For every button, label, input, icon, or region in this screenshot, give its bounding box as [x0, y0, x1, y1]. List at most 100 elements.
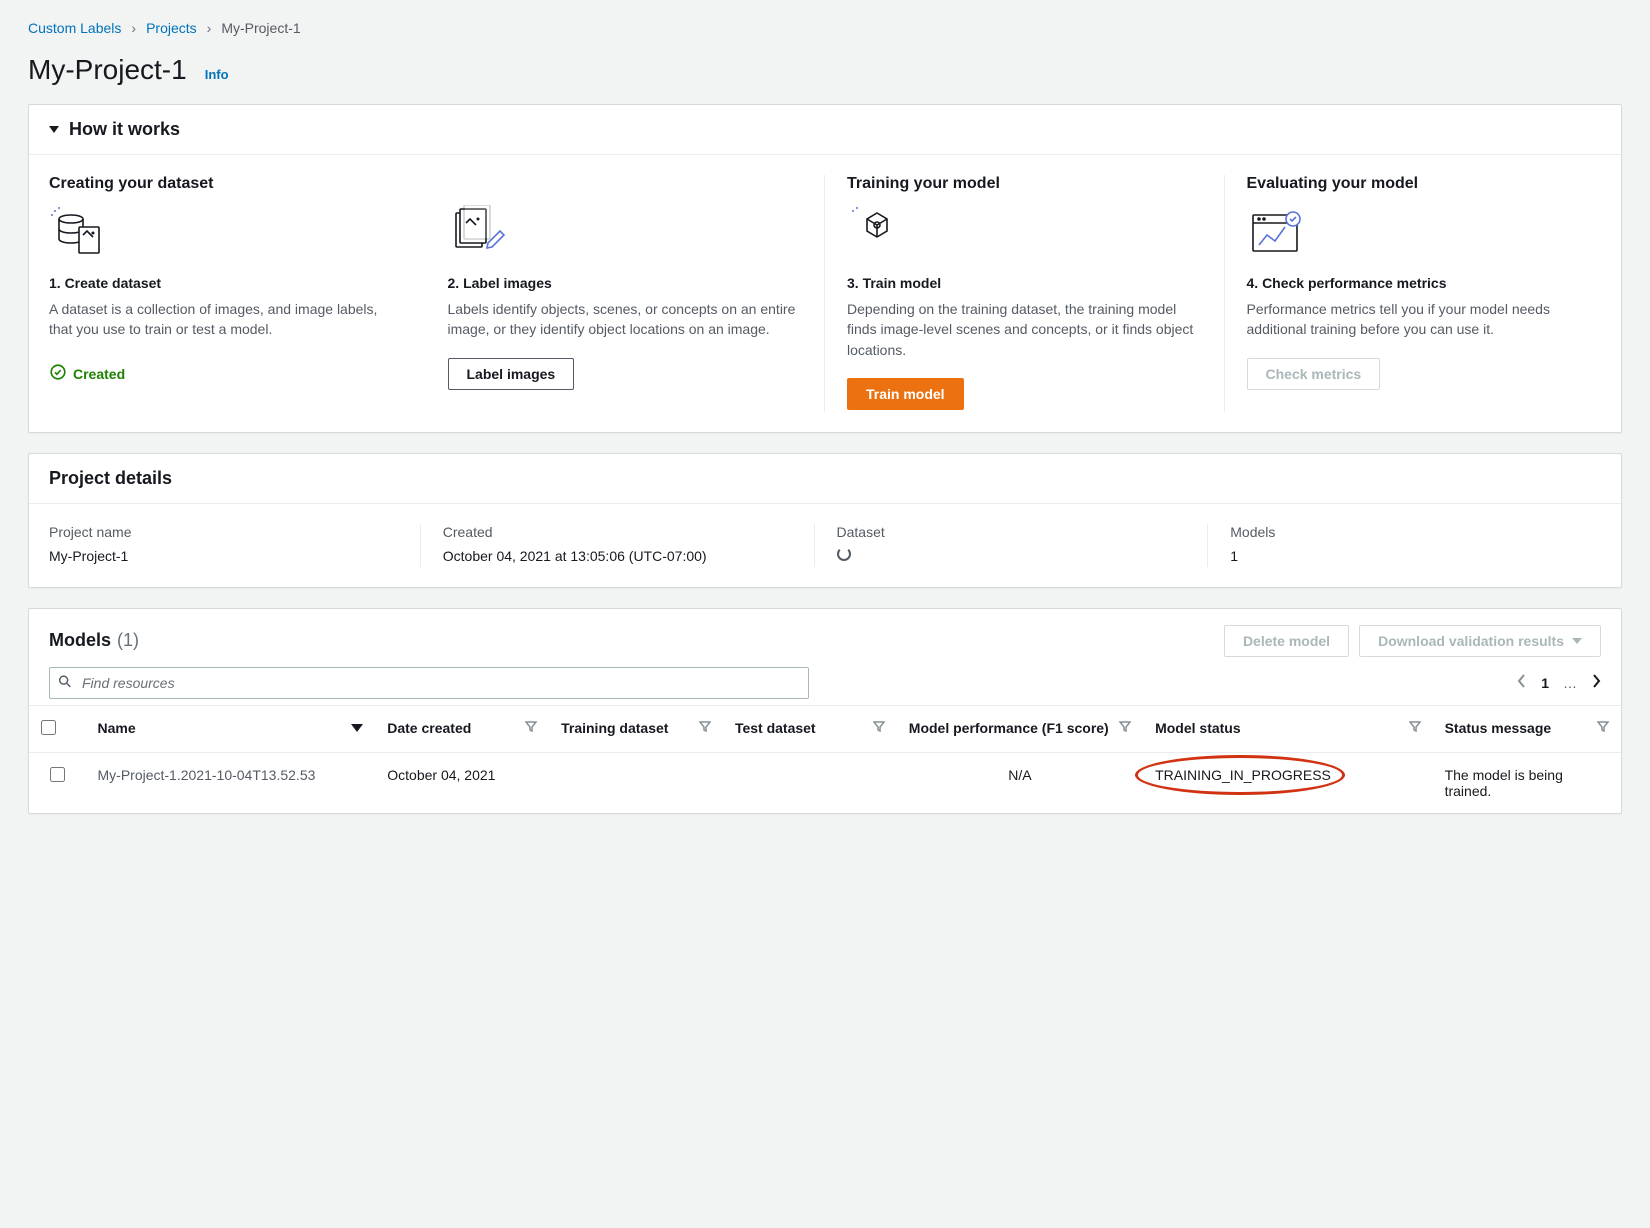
check-metrics-button[interactable]: Check metrics	[1247, 358, 1381, 390]
step-desc: Labels identify objects, scenes, or conc…	[448, 299, 803, 340]
cell-name: My-Project-1.2021-10-04T13.52.53	[86, 752, 376, 813]
search-icon	[57, 673, 73, 692]
sort-desc-icon	[351, 724, 363, 732]
col-name-label: Name	[98, 720, 136, 736]
detail-label: Models	[1230, 524, 1579, 540]
col-date-label: Date created	[387, 720, 471, 736]
cell-date: October 04, 2021	[375, 752, 549, 813]
search-input[interactable]	[49, 667, 809, 699]
col-training-label: Training dataset	[561, 720, 668, 736]
created-status: Created	[49, 363, 125, 384]
select-all-checkbox[interactable]	[41, 720, 56, 735]
download-validation-label: Download validation results	[1378, 633, 1564, 649]
col-name-header[interactable]: Name	[86, 705, 376, 752]
detail-label: Project name	[49, 524, 398, 540]
cell-test	[723, 752, 897, 813]
how-it-works-panel: How it works Creating your dataset	[28, 104, 1622, 433]
pagination: 1 …	[1517, 673, 1601, 692]
col-performance-label: Model performance (F1 score)	[909, 720, 1109, 736]
metrics-icon	[1247, 205, 1602, 261]
step-title: 3. Train model	[847, 275, 1202, 291]
check-circle-icon	[49, 363, 67, 384]
models-title: Models	[49, 630, 111, 651]
detail-value: October 04, 2021 at 13:05:06 (UTC-07:00)	[443, 546, 792, 567]
step-desc: Depending on the training dataset, the t…	[847, 299, 1202, 360]
cell-message: The model is being trained.	[1433, 752, 1621, 813]
cell-training	[549, 752, 723, 813]
filter-icon	[1597, 720, 1609, 732]
hiw-create-dataset-col: Creating your dataset 1. Create dat	[49, 175, 426, 412]
breadcrumb-current: My-Project-1	[221, 20, 300, 36]
table-row: My-Project-1.2021-10-04T13.52.53 October…	[29, 752, 1621, 813]
download-validation-button[interactable]: Download validation results	[1359, 625, 1601, 657]
filter-icon	[525, 720, 537, 732]
step-desc: A dataset is a collection of images, and…	[49, 299, 404, 340]
caret-down-icon	[1572, 638, 1582, 644]
col-performance-header[interactable]: Model performance (F1 score)	[897, 705, 1143, 752]
filter-icon	[699, 720, 711, 732]
col-date-header[interactable]: Date created	[375, 705, 549, 752]
cell-status: TRAINING_IN_PROGRESS	[1143, 752, 1433, 813]
detail-models: Models 1	[1208, 524, 1601, 567]
col-message-label: Status message	[1445, 720, 1552, 736]
label-images-button[interactable]: Label images	[448, 358, 575, 390]
select-all-header	[29, 705, 86, 752]
col-status-label: Model status	[1155, 720, 1241, 736]
status-value: TRAINING_IN_PROGRESS	[1155, 767, 1331, 783]
hiw-evaluate-col: Evaluating your model 4. Check performan…	[1225, 175, 1602, 412]
col-test-header[interactable]: Test dataset	[723, 705, 897, 752]
detail-value	[837, 546, 1186, 567]
detail-label: Created	[443, 524, 792, 540]
row-checkbox[interactable]	[50, 767, 65, 782]
detail-label: Dataset	[837, 524, 1186, 540]
step-desc: Performance metrics tell you if your mod…	[1247, 299, 1602, 340]
step-title: 4. Check performance metrics	[1247, 275, 1602, 291]
pagination-current: 1	[1541, 675, 1549, 691]
delete-model-button[interactable]: Delete model	[1224, 625, 1349, 657]
step-title: 2. Label images	[448, 275, 803, 291]
how-it-works-title: How it works	[69, 119, 180, 140]
col-status-header[interactable]: Model status	[1143, 705, 1433, 752]
filter-icon	[1409, 720, 1421, 732]
detail-value: 1	[1230, 546, 1579, 567]
hiw-train-model-col: Training your model 3. Train model Depen…	[825, 175, 1224, 412]
detail-project-name: Project name My-Project-1	[49, 524, 420, 567]
hiw-section-title: Creating your dataset	[49, 175, 404, 193]
page-title-row: My-Project-1 Info	[28, 54, 1622, 86]
caret-down-icon	[49, 126, 59, 133]
label-images-icon	[448, 205, 803, 261]
cell-performance: N/A	[897, 752, 1143, 813]
models-count: (1)	[117, 630, 139, 651]
pagination-ellipsis: …	[1563, 675, 1577, 691]
hiw-section-title: Training your model	[847, 175, 1202, 193]
train-model-button[interactable]: Train model	[847, 378, 964, 410]
search-box	[49, 667, 809, 699]
detail-created: Created October 04, 2021 at 13:05:06 (UT…	[421, 524, 814, 567]
models-table: Name Date created Training dataset	[29, 705, 1621, 813]
created-label: Created	[73, 366, 125, 382]
filter-icon	[873, 720, 885, 732]
pagination-next-button[interactable]	[1591, 673, 1601, 692]
database-document-icon	[49, 205, 404, 261]
pagination-prev-button[interactable]	[1517, 673, 1527, 692]
breadcrumb-projects[interactable]: Projects	[146, 20, 197, 36]
step-title: 1. Create dataset	[49, 275, 404, 291]
col-training-header[interactable]: Training dataset	[549, 705, 723, 752]
col-test-label: Test dataset	[735, 720, 816, 736]
filter-icon	[1119, 720, 1131, 732]
project-details-panel: Project details Project name My-Project-…	[28, 453, 1622, 588]
col-message-header[interactable]: Status message	[1433, 705, 1621, 752]
chevron-right-icon: ›	[207, 20, 212, 36]
detail-dataset: Dataset	[815, 524, 1208, 567]
info-link[interactable]: Info	[205, 67, 229, 82]
hiw-section-title: Evaluating your model	[1247, 175, 1602, 193]
page-title: My-Project-1	[28, 54, 187, 86]
models-panel: Models (1) Delete model Download validat…	[28, 608, 1622, 814]
loading-spinner-icon	[837, 547, 851, 561]
train-model-icon	[847, 205, 1202, 261]
project-details-title: Project details	[49, 468, 172, 489]
detail-value: My-Project-1	[49, 546, 398, 567]
breadcrumb-custom-labels[interactable]: Custom Labels	[28, 20, 121, 36]
how-it-works-header[interactable]: How it works	[29, 105, 1621, 155]
breadcrumb: Custom Labels › Projects › My-Project-1	[28, 20, 1622, 36]
